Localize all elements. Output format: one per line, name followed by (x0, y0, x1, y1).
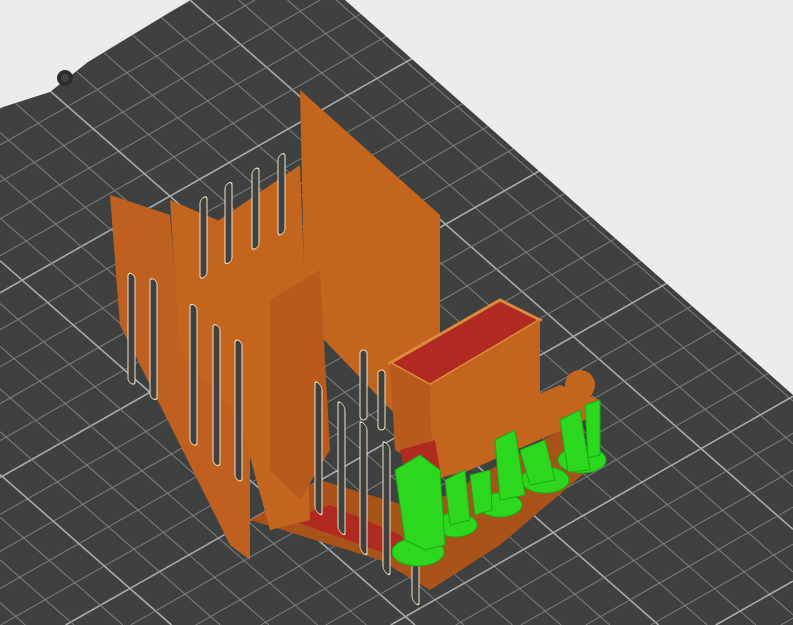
wall-slot (212, 324, 221, 467)
wall-slot (382, 441, 391, 576)
grid-line (725, 0, 793, 60)
grid-line (530, 0, 793, 231)
3d-viewport[interactable] (0, 0, 793, 625)
wall-slot (224, 181, 233, 265)
wall-slot (359, 421, 368, 556)
arm-knob (565, 370, 595, 400)
grid-line (774, 0, 793, 17)
wall-slot (377, 369, 386, 431)
wall-slot (127, 272, 136, 385)
grid-line (676, 0, 793, 103)
wall-slot (314, 381, 323, 516)
wall-slot (234, 339, 243, 482)
wall-slot (149, 278, 158, 400)
wall-slot (359, 349, 368, 421)
wall-slot (251, 167, 260, 250)
wall-slot (189, 303, 198, 446)
grid-line (0, 0, 61, 35)
scene (0, 0, 793, 625)
bed-screw-icon (57, 70, 73, 86)
wall-slot (277, 153, 286, 236)
grid-line (627, 0, 793, 145)
grid-line (579, 0, 793, 188)
wall-slot (337, 401, 346, 536)
wall-slot (199, 196, 208, 279)
